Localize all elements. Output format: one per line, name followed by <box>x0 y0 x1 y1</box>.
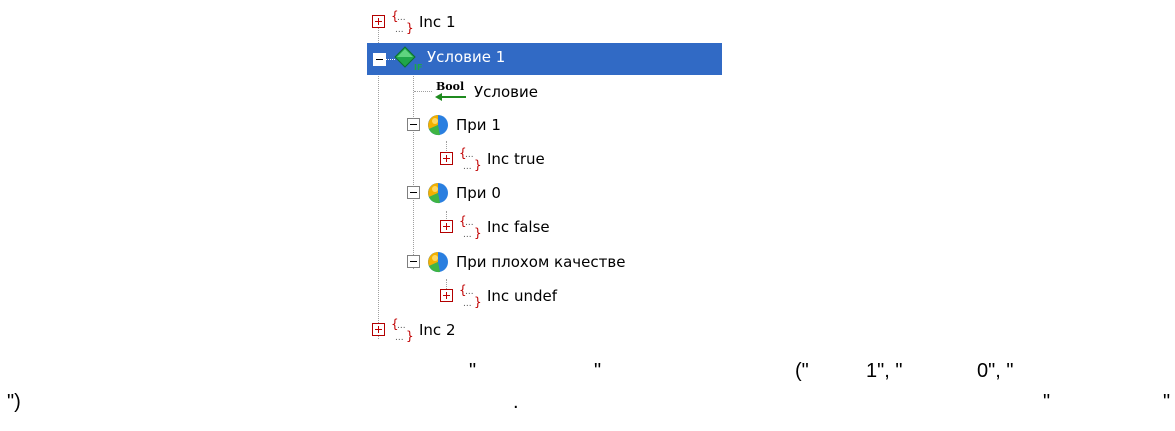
tree-node-label: При 0 <box>456 183 501 202</box>
svg-text:...: ... <box>397 321 406 331</box>
caption-fragment: " <box>469 360 477 382</box>
expand-icon[interactable] <box>440 152 453 165</box>
caption-fragment: . <box>513 391 519 413</box>
svg-text:...: ... <box>465 218 474 228</box>
condition-tree: { ... ... } Inc 1 IF Условие 1 Bool Усло… <box>366 6 722 361</box>
svg-text:...: ... <box>465 287 474 297</box>
svg-text:...: ... <box>463 299 472 309</box>
tree-node-label: Inc 1 <box>419 12 456 31</box>
expand-icon[interactable] <box>440 289 453 302</box>
tree-node-label: Inc 2 <box>419 320 456 339</box>
svg-text:}: } <box>474 158 481 172</box>
tree-node-label: При 1 <box>456 115 501 134</box>
caption-fragment: " <box>1043 391 1051 413</box>
collapse-icon[interactable] <box>373 53 386 66</box>
svg-text:...: ... <box>397 13 406 23</box>
tree-node-condition-input[interactable]: Bool Условие <box>434 76 538 107</box>
caption-fragment: 1", " <box>866 360 903 382</box>
svg-text:}: } <box>406 329 413 343</box>
tree-node-branch-0[interactable]: При 0 <box>407 177 501 208</box>
svg-text:...: ... <box>463 230 472 240</box>
tree-node-label: Inc false <box>487 217 550 236</box>
caption-fragment: " <box>1163 391 1171 413</box>
svg-text:...: ... <box>395 25 404 35</box>
svg-text:...: ... <box>465 150 474 160</box>
tree-node-label: Inc true <box>487 149 545 168</box>
tree-node-label: Inc undef <box>487 286 557 305</box>
tree-node-branch-bad-quality[interactable]: При плохом качестве <box>407 246 625 277</box>
collapse-icon[interactable] <box>407 118 420 131</box>
page: { ... ... } Inc 1 IF Условие 1 Bool Усло… <box>0 0 1175 431</box>
code-block-icon: { ... ... } <box>391 9 413 35</box>
code-block-icon: { ... ... } <box>459 283 481 309</box>
svg-text:...: ... <box>463 162 472 172</box>
tree-node-branch-1[interactable]: При 1 <box>407 109 501 140</box>
if-diamond-icon: IF <box>394 46 422 72</box>
tree-node-inc-2[interactable]: { ... ... } Inc 2 <box>372 314 456 345</box>
expand-icon[interactable] <box>372 15 385 28</box>
code-block-icon: { ... ... } <box>391 317 413 343</box>
caption-fragment: 0", " <box>977 360 1014 382</box>
svg-text:...: ... <box>395 333 404 343</box>
tree-node-label: Условие 1 <box>427 48 506 66</box>
caption-fragment: (" <box>795 360 809 382</box>
bool-icon-text: Bool <box>436 80 464 93</box>
branch-ball-icon <box>428 114 448 135</box>
code-block-icon: { ... ... } <box>459 214 481 240</box>
bool-input-icon: Bool <box>435 80 466 101</box>
branch-ball-icon <box>428 182 448 203</box>
caption-fragment: " <box>594 360 602 382</box>
tree-node-inc-false[interactable]: { ... ... } Inc false <box>440 211 550 242</box>
svg-text:IF: IF <box>414 63 422 72</box>
collapse-icon[interactable] <box>407 186 420 199</box>
svg-text:}: } <box>474 226 481 240</box>
svg-text:}: } <box>406 21 413 35</box>
expand-icon[interactable] <box>372 323 385 336</box>
tree-node-label: При плохом качестве <box>456 252 626 271</box>
collapse-icon[interactable] <box>407 255 420 268</box>
tree-node-inc-1[interactable]: { ... ... } Inc 1 <box>372 6 456 37</box>
code-block-icon: { ... ... } <box>459 146 481 172</box>
tree-node-inc-undef[interactable]: { ... ... } Inc undef <box>440 280 557 311</box>
branch-ball-icon <box>428 251 448 272</box>
tree-line <box>414 91 432 92</box>
tree-line <box>413 74 414 269</box>
tree-node-label: Условие <box>474 82 538 101</box>
tree-node-condition-1[interactable]: IF Условие 1 <box>367 43 722 75</box>
expand-icon[interactable] <box>440 220 453 233</box>
tree-node-inc-true[interactable]: { ... ... } Inc true <box>440 143 545 174</box>
caption-fragment: ") <box>7 391 21 413</box>
svg-text:}: } <box>474 295 481 309</box>
